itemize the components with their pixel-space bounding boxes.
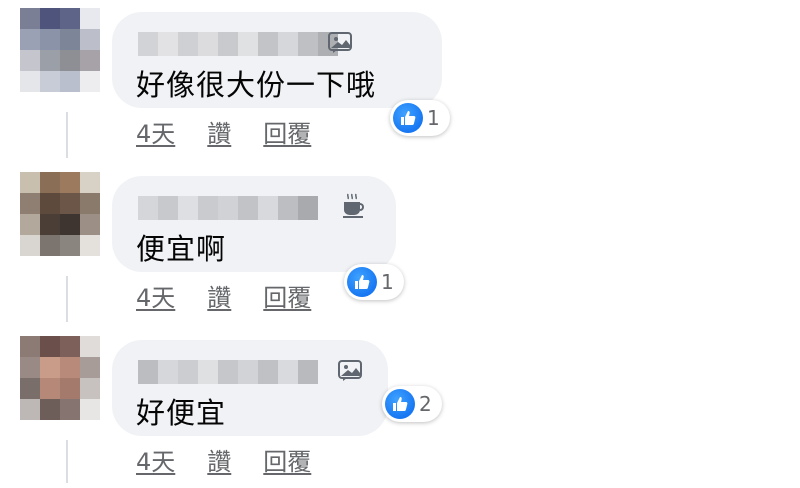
- comment-text: 便宜啊: [136, 232, 227, 266]
- comment-item: 便宜啊 4天 讚 回覆 1: [0, 164, 800, 324]
- reaction-count: 1: [427, 106, 440, 130]
- avatar[interactable]: [20, 8, 100, 92]
- like-button[interactable]: 讚: [207, 114, 231, 149]
- comment-timestamp[interactable]: 4天: [136, 114, 175, 149]
- like-icon: [385, 389, 415, 419]
- coffee-cup-icon: [343, 193, 364, 218]
- reaction-summary[interactable]: 2: [382, 386, 442, 422]
- like-button[interactable]: 讚: [207, 278, 231, 313]
- comment-timestamp[interactable]: 4天: [136, 278, 175, 313]
- comment-bubble: 便宜啊: [112, 176, 396, 272]
- photo-icon: [328, 32, 352, 53]
- comment-text: 好便宜: [136, 396, 227, 430]
- author-name-redacted[interactable]: [138, 196, 318, 220]
- comment-bubble: 好像很大份一下哦: [112, 12, 442, 108]
- author-name-redacted[interactable]: [138, 360, 318, 384]
- comment-bubble: 好便宜: [112, 340, 388, 436]
- author-name-redacted[interactable]: [138, 32, 338, 56]
- comment-item: 好像很大份一下哦 4天 讚 回覆 1: [0, 0, 800, 160]
- comment-timestamp[interactable]: 4天: [136, 442, 175, 477]
- reply-button[interactable]: 回覆: [263, 442, 311, 477]
- comment-text: 好像很大份一下哦: [136, 68, 377, 102]
- reply-button[interactable]: 回覆: [263, 114, 311, 149]
- like-button[interactable]: 讚: [207, 442, 231, 477]
- reaction-count: 1: [381, 270, 394, 294]
- reaction-summary[interactable]: 1: [390, 100, 450, 136]
- photo-icon: [338, 360, 362, 381]
- avatar[interactable]: [20, 336, 100, 420]
- like-icon: [393, 103, 423, 133]
- reply-button[interactable]: 回覆: [263, 278, 311, 313]
- comment-item: 好便宜 4天 讚 回覆 2: [0, 328, 800, 488]
- reaction-count: 2: [419, 392, 432, 416]
- avatar[interactable]: [20, 172, 100, 256]
- like-icon: [347, 267, 377, 297]
- reaction-summary[interactable]: 1: [344, 264, 404, 300]
